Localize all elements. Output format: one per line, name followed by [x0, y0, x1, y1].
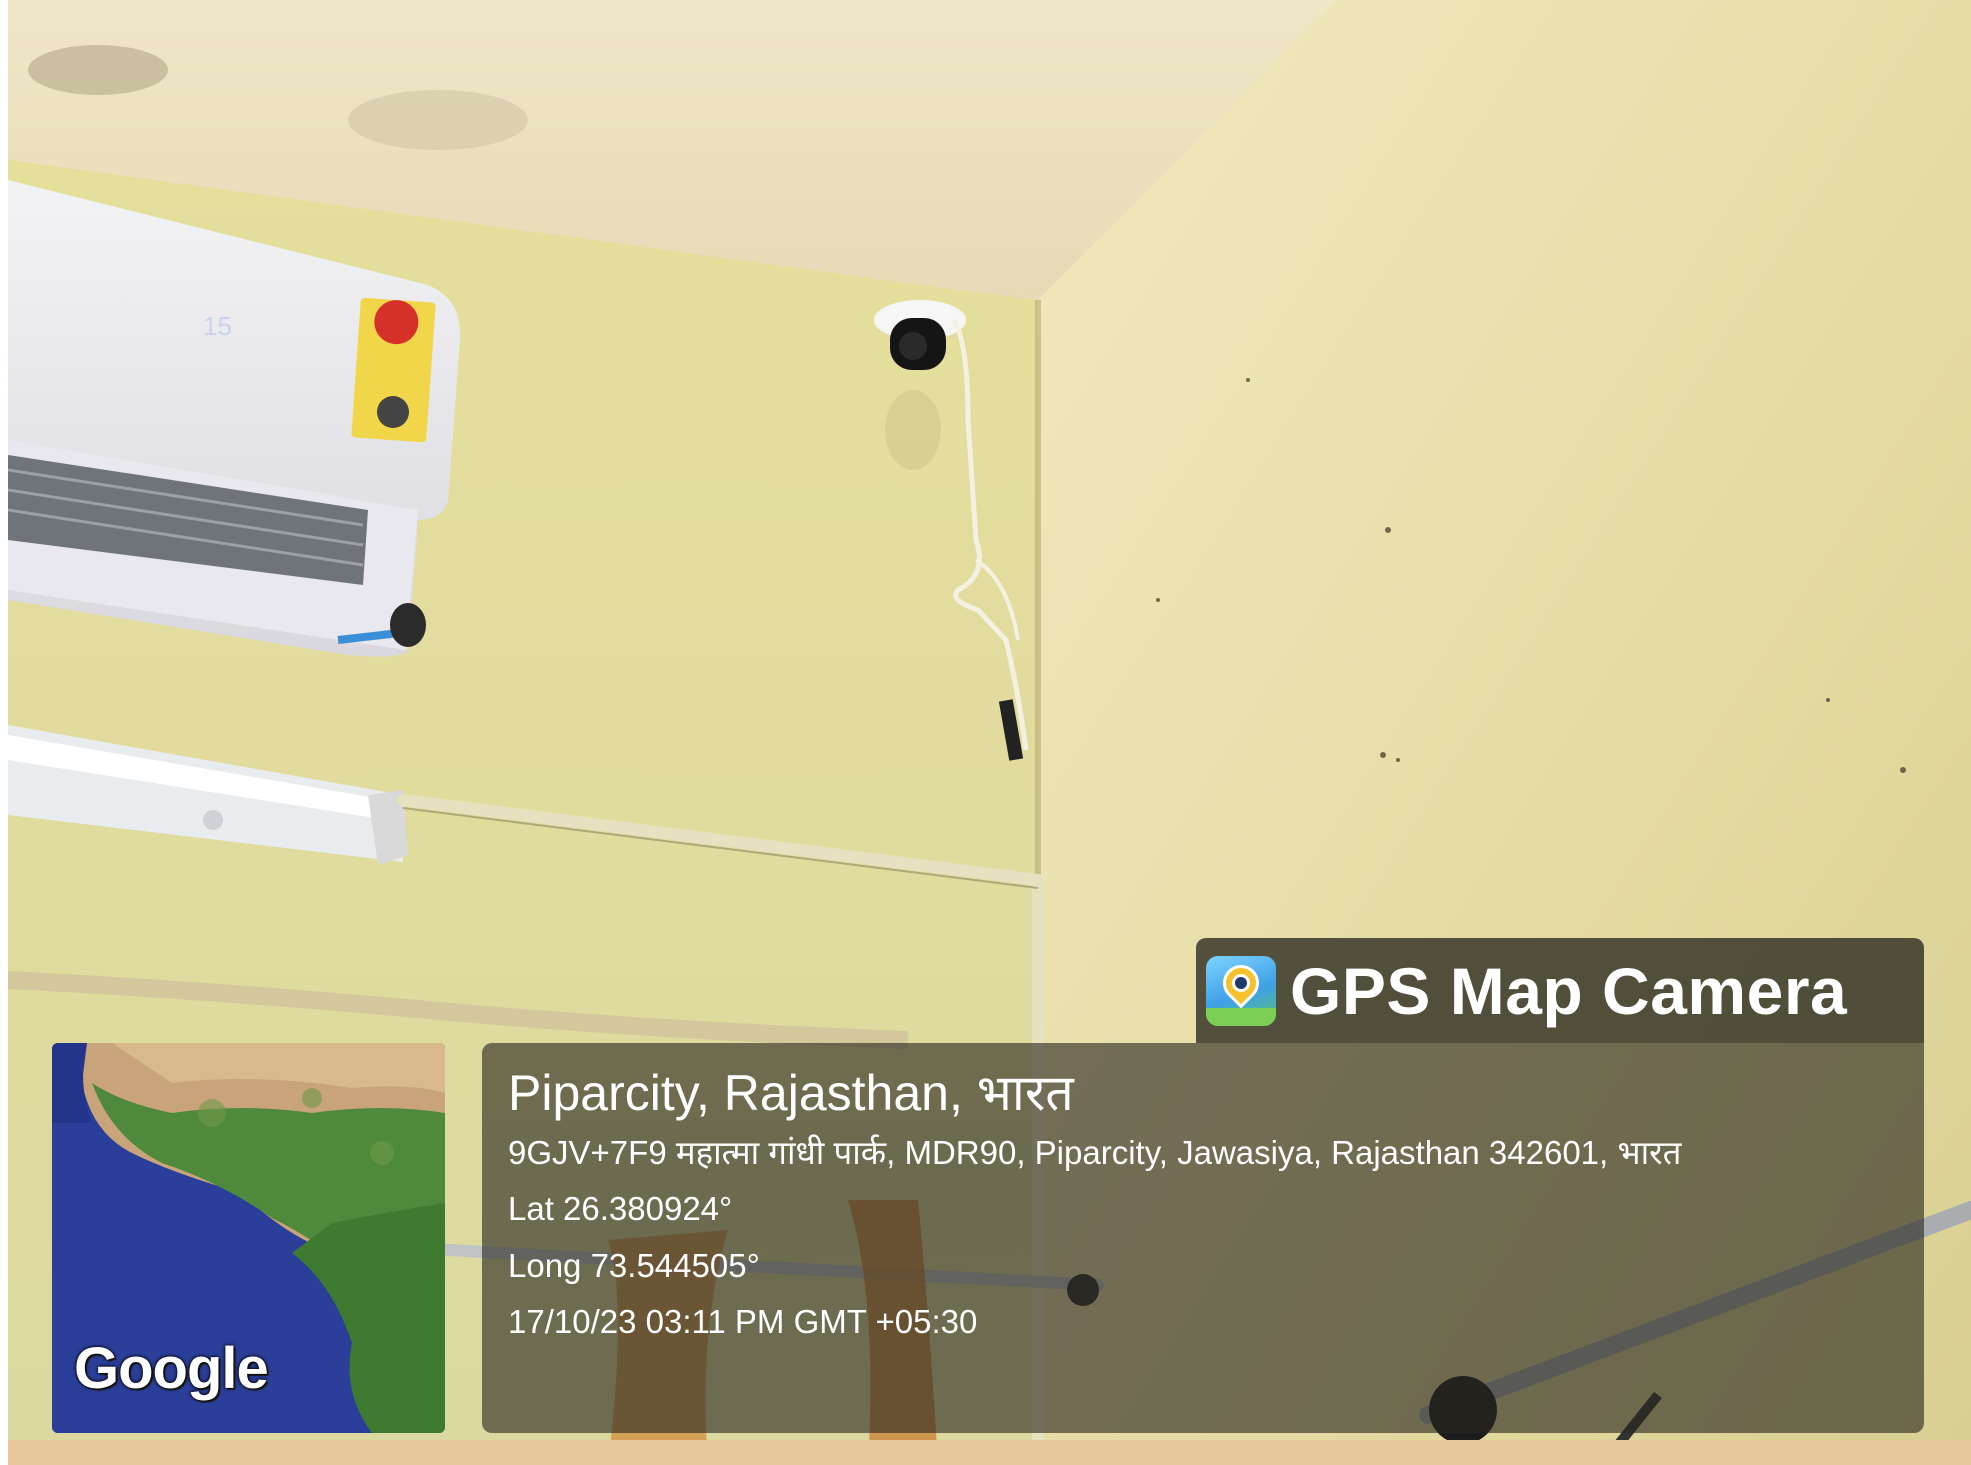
google-logo: Google: [74, 1336, 269, 1401]
location-info-panel: Piparcity, Rajasthan, भारत 9GJV+7F9 महात…: [482, 1043, 1924, 1433]
location-title: Piparcity, Rajasthan, भारत: [508, 1065, 1074, 1121]
app-name: GPS Map Camera: [1290, 953, 1848, 1028]
svg-text:15: 15: [203, 311, 232, 341]
longitude-line: Long 73.544505°: [508, 1246, 760, 1284]
datetime-line: 17/10/23 03:11 PM GMT +05:30: [508, 1303, 978, 1341]
app-branding-tab: GPS Map Camera: [1196, 938, 1924, 1043]
latitude-line: Lat 26.380924°: [508, 1190, 733, 1228]
address-line: 9GJV+7F9 महात्मा गांधी पार्क, MDR90, Pip…: [508, 1133, 1682, 1171]
gps-map-camera-icon: [1206, 955, 1276, 1026]
satellite-map-thumbnail: Google: [52, 1043, 445, 1433]
